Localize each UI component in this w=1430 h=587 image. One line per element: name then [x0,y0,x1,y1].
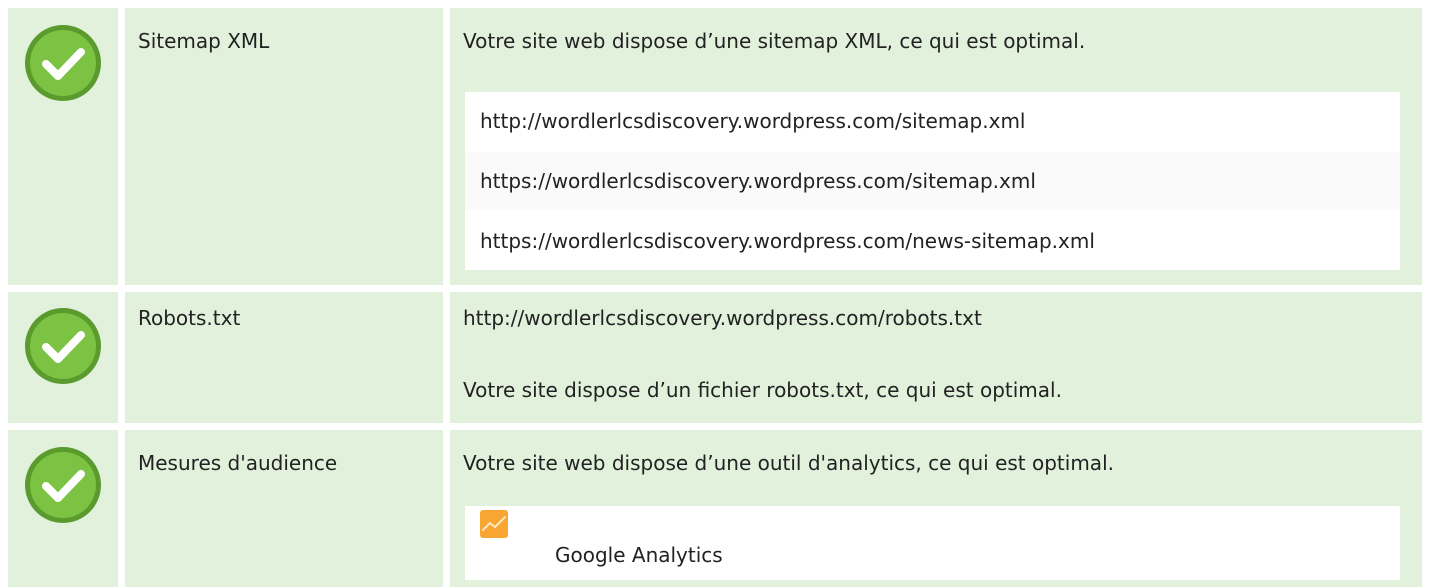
detail-cell: http://wordlerlcsdiscovery.wordpress.com… [450,292,1422,423]
sitemap-url-item: https://wordlerlcsdiscovery.wordpress.co… [465,152,1400,210]
sitemap-url: https://wordlerlcsdiscovery.wordpress.co… [480,229,1095,253]
row-robots-txt: Robots.txt http://wordlerlcsdiscovery.wo… [0,292,1430,423]
row-label: Sitemap XML [138,29,270,53]
row-analytics: Mesures d'audience Votre site web dispos… [0,430,1430,587]
seo-results-table: Sitemap XML Votre site web dispose d’une… [0,0,1430,587]
google-analytics-icon [480,510,508,538]
sitemap-url-item: https://wordlerlcsdiscovery.wordpress.co… [465,212,1400,270]
row-sitemap-xml: Sitemap XML Votre site web dispose d’une… [0,8,1430,285]
label-cell: Robots.txt [125,292,443,423]
status-message: Votre site dispose d’un fichier robots.t… [463,378,1062,402]
label-cell: Sitemap XML [125,8,443,285]
status-cell [8,430,118,587]
sitemap-url-list: http://wordlerlcsdiscovery.wordpress.com… [465,92,1400,270]
check-circle-icon [25,25,101,101]
label-cell: Mesures d'audience [125,430,443,587]
row-label: Robots.txt [138,306,241,330]
detail-cell: Votre site web dispose d’une sitemap XML… [450,8,1422,285]
sitemap-url: https://wordlerlcsdiscovery.wordpress.co… [480,169,1036,193]
check-circle-icon [25,308,101,384]
analytics-tool-name: Google Analytics [555,543,723,567]
detail-cell: Votre site web dispose d’une outil d'ana… [450,430,1422,587]
analytics-tool-item: Google Analytics [465,506,1400,580]
status-cell [8,8,118,285]
sitemap-url: http://wordlerlcsdiscovery.wordpress.com… [480,109,1026,133]
sitemap-url-item: http://wordlerlcsdiscovery.wordpress.com… [465,92,1400,150]
status-message: Votre site web dispose d’une outil d'ana… [463,451,1114,475]
robots-url: http://wordlerlcsdiscovery.wordpress.com… [463,306,982,330]
check-circle-icon [25,447,101,523]
row-label: Mesures d'audience [138,451,338,475]
status-cell [8,292,118,423]
status-message: Votre site web dispose d’une sitemap XML… [463,29,1086,53]
